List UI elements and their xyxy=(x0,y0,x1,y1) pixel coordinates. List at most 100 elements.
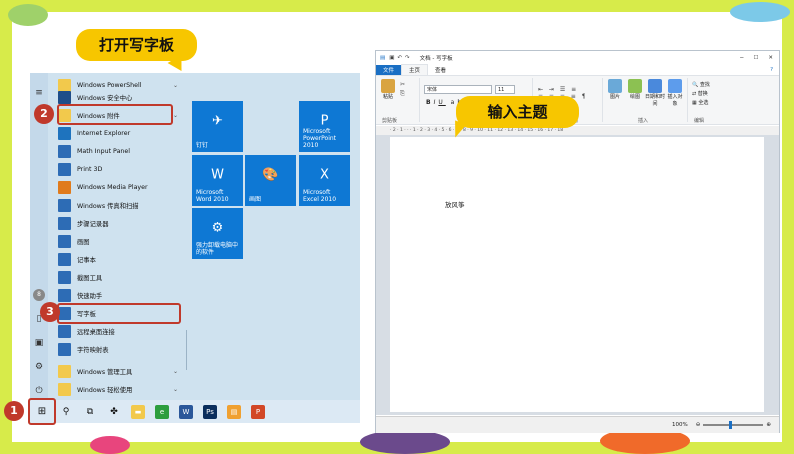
zoom-slider-thumb[interactable] xyxy=(729,421,733,429)
app-label: Internet Explorer xyxy=(77,129,131,137)
quick-save-icon[interactable]: ▣ xyxy=(389,55,394,61)
scrollbar[interactable] xyxy=(186,330,187,370)
app-list-item[interactable]: Windows 传真和扫描 xyxy=(58,196,180,214)
powerpoint-icon: P xyxy=(320,113,329,129)
app-icon xyxy=(58,198,71,212)
edge-icon[interactable]: e xyxy=(155,404,169,419)
app-label: Windows 管理工具 xyxy=(77,368,133,376)
app-label: Math Input Panel xyxy=(77,147,131,155)
app-icon xyxy=(58,382,71,396)
pictures-icon[interactable]: ▣ xyxy=(33,337,45,349)
files-icon[interactable]: ▤ xyxy=(227,404,241,419)
app-list-item[interactable]: 快速助手 xyxy=(58,286,180,304)
app-icon xyxy=(58,364,71,378)
document-area: 放风筝 xyxy=(376,135,779,415)
word-icon[interactable]: W xyxy=(179,404,193,419)
window-title: 文档 - 写字板 xyxy=(419,55,453,62)
ribbon-divider xyxy=(419,78,420,122)
app-label: 截图工具 xyxy=(77,274,103,282)
settings-icon[interactable]: ⚙ xyxy=(33,361,45,373)
app-label: 快速助手 xyxy=(77,292,103,300)
taskview-icon[interactable]: ⧉ xyxy=(83,405,97,419)
app-icon xyxy=(58,288,71,302)
photoshop-icon[interactable]: Ps xyxy=(203,404,217,419)
insert-drawing-button[interactable]: 绘图 xyxy=(626,79,644,100)
start-tile[interactable]: ⚙ 强力卸载电脑中的软件 xyxy=(192,208,243,259)
tab-view[interactable]: 查看 xyxy=(428,65,453,75)
start-tile[interactable]: ✈ 钉钉 xyxy=(192,101,243,152)
wordpad-titlebar: ▤ ▣ ↶ ↷ 文档 - 写字板 ─ ☐ ✕ xyxy=(376,51,779,64)
insert-picture-button[interactable]: 图片 xyxy=(606,79,624,100)
tab-home[interactable]: 主页 xyxy=(401,64,429,75)
app-list-item[interactable]: Internet Explorer xyxy=(58,124,180,142)
redo-icon[interactable]: ↷ xyxy=(405,55,410,61)
highlight-windows-accessories xyxy=(57,104,173,125)
app-label: 画图 xyxy=(77,238,90,246)
menu-icon[interactable]: ≡ xyxy=(33,87,45,99)
powerpoint-icon[interactable]: P xyxy=(251,404,265,419)
insert-datetime-button[interactable]: 日期和时间 xyxy=(644,79,666,107)
clipboard-small-icons[interactable]: ✂ ⎘ xyxy=(400,80,405,98)
start-tile[interactable]: X Microsoft Excel 2010 xyxy=(299,155,350,206)
ruler[interactable]: · 2 · 1 · · · 1 · 2 · 3 · 4 · 5 · 6 · 7 … xyxy=(376,126,779,135)
font-size-select[interactable]: 11 xyxy=(495,85,515,94)
maximize-icon[interactable]: ☐ xyxy=(753,55,758,61)
app-list-item[interactable]: 画图 xyxy=(58,232,180,250)
tile-label: Microsoft Excel 2010 xyxy=(303,189,337,203)
document-page[interactable]: 放风筝 xyxy=(390,137,764,412)
zoom-level: 100% xyxy=(672,422,688,428)
start-tile[interactable]: P Microsoft PowerPoint 2010 xyxy=(299,101,350,152)
user-icon[interactable]: 8 xyxy=(33,289,45,301)
app-icon xyxy=(58,324,71,338)
app-icon xyxy=(58,180,71,194)
undo-icon[interactable]: ↶ xyxy=(397,55,402,61)
ribbon-divider xyxy=(602,78,603,122)
app-label: Windows 轻松使用 xyxy=(77,386,133,394)
taskbar: ⊞ ⚲ ⧉ ✤ ▬ e W Ps ▤ P xyxy=(30,400,360,423)
app-list-item[interactable]: 字符映射表 xyxy=(58,340,180,358)
insert-object-button[interactable]: 插入对象 xyxy=(666,79,684,107)
start-tile[interactable]: W Microsoft Word 2010 xyxy=(192,155,243,206)
font-name-select[interactable]: 宋体 xyxy=(424,85,492,94)
help-icon[interactable]: ? xyxy=(770,67,773,73)
minimize-icon[interactable]: ─ xyxy=(740,55,743,61)
app-list-item[interactable]: 记事本 xyxy=(58,250,180,268)
app-icon xyxy=(58,90,71,104)
highlight-start-button xyxy=(28,398,56,425)
select-all-label: 全选 xyxy=(698,100,709,106)
explorer-icon[interactable]: ▬ xyxy=(131,404,145,419)
power-icon[interactable]: ⏻ xyxy=(33,385,45,397)
edit-buttons: 🔍 查找 ⇄ 替换 ▦ 全选 xyxy=(692,81,710,108)
paste-button[interactable]: 粘贴 xyxy=(380,79,396,100)
app-icon xyxy=(58,144,71,158)
chevron-down-icon: ⌄ xyxy=(172,367,178,375)
app-list-item[interactable]: Print 3D xyxy=(58,160,180,178)
zoom-slider[interactable] xyxy=(703,421,764,429)
app-icon xyxy=(58,162,71,176)
edit-group-label: 编辑 xyxy=(694,118,705,124)
app-list-item[interactable]: 截图工具 xyxy=(58,268,180,286)
app-list-item[interactable]: Windows 管理工具 ⌄ xyxy=(58,362,180,380)
find-button[interactable]: 🔍 查找 xyxy=(692,81,710,90)
fan-icon[interactable]: ✤ xyxy=(107,405,121,419)
replace-button[interactable]: ⇄ 替换 xyxy=(692,90,710,99)
zoom-in-icon[interactable]: ⊕ xyxy=(766,422,771,428)
app-list-item[interactable]: Windows Media Player xyxy=(58,178,180,196)
app-list-item[interactable]: Windows 轻松使用 ⌄ xyxy=(58,380,180,398)
highlight-wordpad-item xyxy=(57,303,181,324)
app-icon xyxy=(58,252,71,266)
clipboard-group-label: 剪贴板 xyxy=(382,118,398,124)
paste-label: 粘贴 xyxy=(382,94,393,100)
wordpad-app-icon: ▤ xyxy=(380,54,386,61)
zoom-out-icon[interactable]: ⊖ xyxy=(696,422,701,428)
app-list-item[interactable]: Math Input Panel xyxy=(58,142,180,160)
search-icon[interactable]: ⚲ xyxy=(59,405,73,419)
step-badge-3: 3 xyxy=(40,302,60,322)
tab-file[interactable]: 文件 xyxy=(376,64,402,75)
app-list-item[interactable]: 远程桌面连接 xyxy=(58,322,180,340)
app-list-item[interactable]: 步骤记录器 xyxy=(58,214,180,232)
select-all-button[interactable]: ▦ 全选 xyxy=(692,99,710,108)
close-icon[interactable]: ✕ xyxy=(768,55,773,61)
start-tile[interactable]: 🎨 画图 xyxy=(245,155,296,206)
app-icon xyxy=(58,126,71,140)
